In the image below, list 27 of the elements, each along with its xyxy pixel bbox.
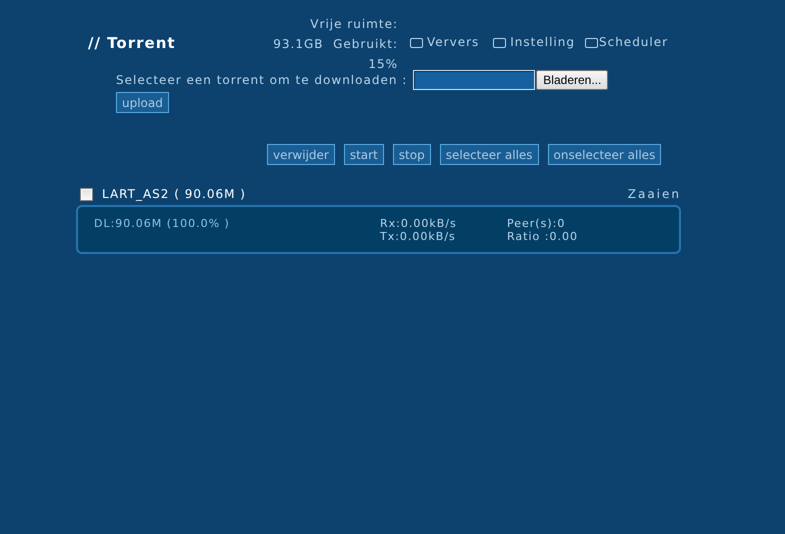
download-progress-text: DL:90.06M (100.0% ) bbox=[94, 217, 231, 232]
disk-info-text: 15% bbox=[367, 56, 398, 73]
action-button[interactable]: stop bbox=[392, 144, 431, 165]
window-icon bbox=[410, 38, 423, 48]
disk-info-text: 93.1GB Gebruikt: bbox=[272, 36, 398, 53]
page-title: // Torrent bbox=[88, 34, 177, 52]
window-icon bbox=[493, 38, 506, 48]
peers-text: Peer(s):0 bbox=[507, 217, 566, 230]
menu-link[interactable]: Instelling bbox=[493, 34, 575, 51]
action-button[interactable]: verwijder bbox=[267, 144, 335, 165]
action-button[interactable]: onselecteer alles bbox=[548, 144, 662, 165]
torrent-name: LART_AS2 ( 90.06M ) bbox=[102, 187, 246, 201]
menu-link[interactable]: Ververs bbox=[410, 34, 480, 51]
upload-label: Selecteer een torrent om te downloaden : bbox=[116, 73, 408, 87]
tx-rate-text: Tx:0.00kB/s bbox=[380, 230, 457, 243]
torrent-checkbox[interactable] bbox=[80, 188, 93, 200]
menu-link[interactable]: Scheduler bbox=[584, 34, 668, 51]
file-path-field[interactable] bbox=[413, 70, 536, 90]
disk-info-text: Vrije ruimte: bbox=[309, 16, 398, 33]
upload-button[interactable]: upload bbox=[116, 92, 169, 113]
action-button[interactable]: start bbox=[344, 144, 384, 165]
rx-rate-text: Rx:0.00kB/s bbox=[380, 217, 458, 230]
torrent-status: Zaaien bbox=[628, 187, 681, 201]
browse-button[interactable]: Bladeren... bbox=[536, 70, 608, 90]
window-icon bbox=[584, 38, 598, 48]
ratio-text: Ratio :0.00 bbox=[507, 230, 578, 243]
action-button[interactable]: selecteer alles bbox=[440, 144, 539, 165]
